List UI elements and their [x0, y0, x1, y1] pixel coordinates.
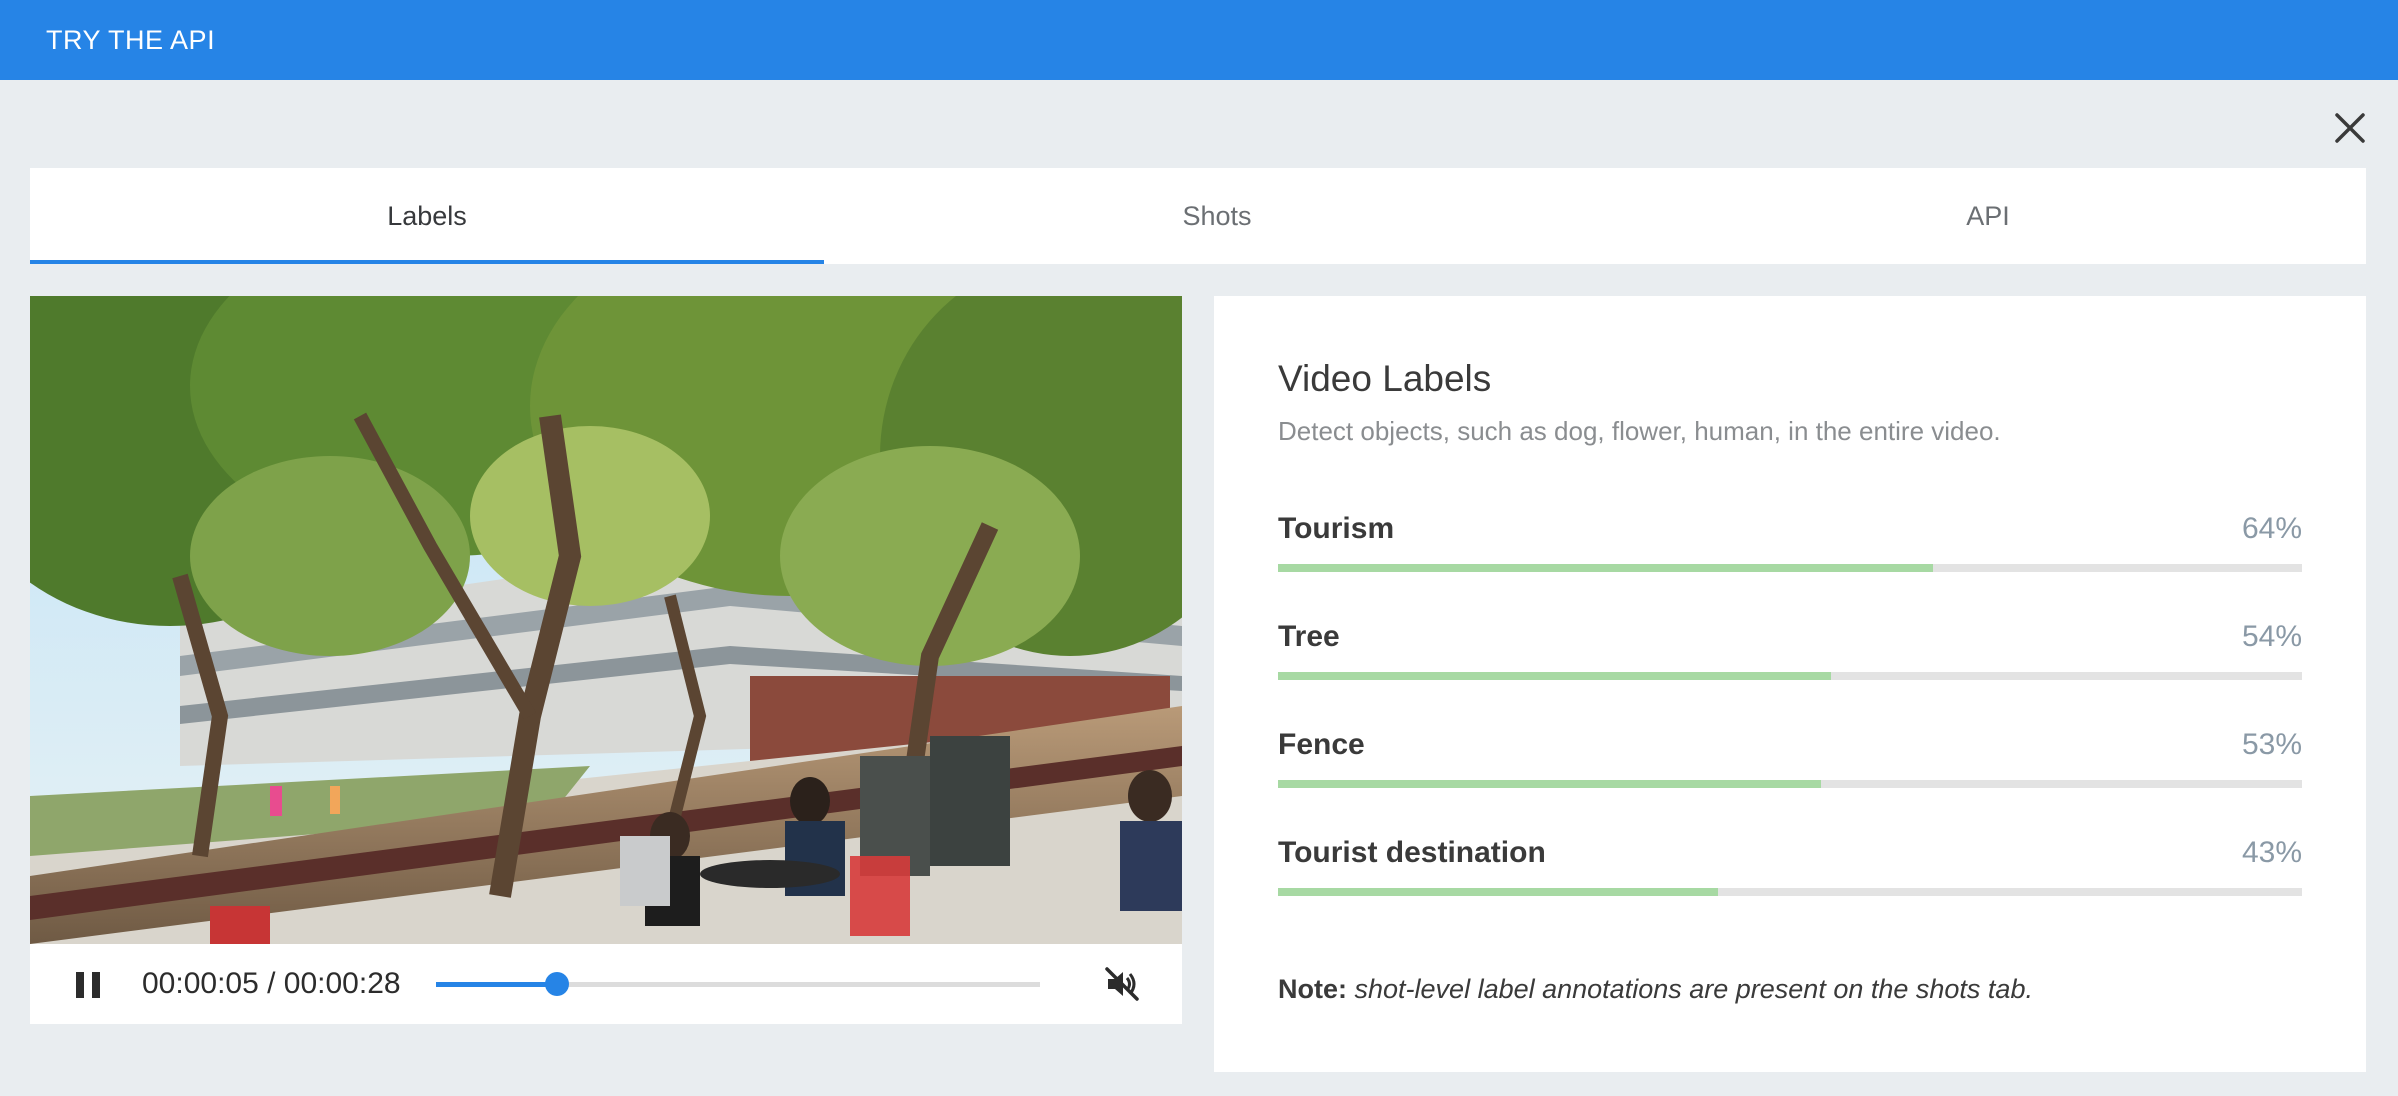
shots-note: Note: shot-level label annotations are p…	[1278, 974, 2033, 1005]
label-name: Fence	[1278, 728, 1365, 761]
label-row: Tourist destination 43%	[1278, 836, 2302, 916]
label-name: Tree	[1278, 620, 1340, 653]
video-labels-panel: Video Labels Detect objects, such as dog…	[1214, 296, 2366, 1072]
confidence-bar	[1278, 672, 2302, 680]
tab-label: API	[1966, 200, 2010, 231]
active-tab-indicator	[30, 260, 824, 264]
label-percent: 43%	[2241, 836, 2302, 869]
confidence-bar	[1278, 564, 2302, 572]
video-player: 00:00:05 / 00:00:28	[30, 296, 1182, 1024]
tab-label: Labels	[387, 200, 467, 231]
confidence-bar-fill	[1278, 564, 1934, 572]
close-icon	[2335, 113, 2365, 143]
confidence-bar-fill	[1278, 888, 1719, 896]
top-app-bar: TRY THE API	[0, 0, 2398, 80]
confidence-bar	[1278, 780, 2302, 788]
label-row: Tourism 64%	[1278, 512, 2302, 592]
label-row: Tree 54%	[1278, 620, 2302, 700]
app-bar-title: TRY THE API	[46, 24, 216, 55]
pause-button[interactable]	[70, 966, 106, 1002]
confidence-bar	[1278, 888, 2302, 896]
pause-icon	[76, 972, 100, 998]
seek-bar-handle[interactable]	[544, 972, 569, 996]
confidence-bar-fill	[1278, 672, 1831, 680]
panel-title: Video Labels	[1278, 358, 1492, 399]
seek-bar-progress	[436, 982, 557, 987]
label-percent: 64%	[2241, 512, 2302, 545]
label-row: Fence 53%	[1278, 728, 2302, 808]
note-label: Note:	[1278, 974, 1347, 1004]
label-percent: 54%	[2241, 620, 2302, 653]
seek-bar[interactable]	[436, 972, 1040, 996]
tab-labels[interactable]: Labels	[30, 168, 824, 264]
tab-bar: Labels Shots API	[30, 168, 2366, 264]
mute-button[interactable]	[1102, 964, 1142, 1004]
close-button[interactable]	[2330, 108, 2370, 148]
tab-label: Shots	[1182, 200, 1252, 231]
confidence-bar-fill	[1278, 780, 1821, 788]
video-scene-image	[30, 296, 1182, 944]
time-display: 00:00:05 / 00:00:28	[142, 967, 401, 1000]
tab-shots[interactable]: Shots	[824, 168, 1610, 264]
tab-api[interactable]: API	[1610, 168, 2366, 264]
label-percent: 53%	[2241, 728, 2302, 761]
label-name: Tourism	[1278, 512, 1395, 545]
video-frame[interactable]	[30, 296, 1182, 944]
label-name: Tourist destination	[1278, 836, 1546, 869]
volume-off-icon	[1105, 967, 1139, 1001]
note-text: shot-level label annotations are present…	[1354, 974, 2033, 1004]
panel-subtitle: Detect objects, such as dog, flower, hum…	[1278, 416, 2001, 446]
player-controls: 00:00:05 / 00:00:28	[30, 944, 1182, 1024]
